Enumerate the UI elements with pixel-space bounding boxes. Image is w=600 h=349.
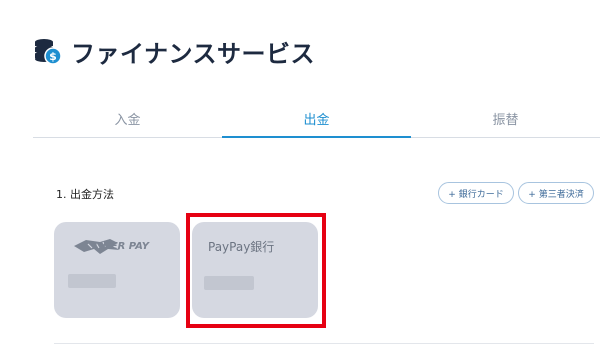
add-bank-card-button[interactable]: + 銀行カード — [438, 182, 514, 204]
section-label-withdrawal-method: 1. 出金方法 — [56, 188, 114, 201]
tiger-pay-label: TIGER PAY — [92, 241, 150, 252]
page-header: $ ファイナンスサービス — [33, 33, 315, 69]
add-third-party-payment-button[interactable]: + 第三者決済 — [518, 182, 594, 204]
coin-stack-icon: $ — [35, 39, 62, 65]
svg-text:$: $ — [49, 50, 57, 63]
masked-account-info — [68, 274, 116, 288]
tab-deposit[interactable]: 入金 — [33, 100, 222, 137]
tab-bar: 入金 出金 振替 — [33, 100, 600, 138]
page-title: ファイナンスサービス — [71, 39, 316, 68]
tab-withdrawal[interactable]: 出金 — [222, 100, 411, 138]
tab-transfer[interactable]: 振替 — [411, 100, 600, 137]
section-divider — [54, 343, 594, 344]
selection-highlight — [186, 213, 326, 328]
payment-method-card-tiger-pay[interactable]: TIGER PAY — [54, 222, 180, 318]
